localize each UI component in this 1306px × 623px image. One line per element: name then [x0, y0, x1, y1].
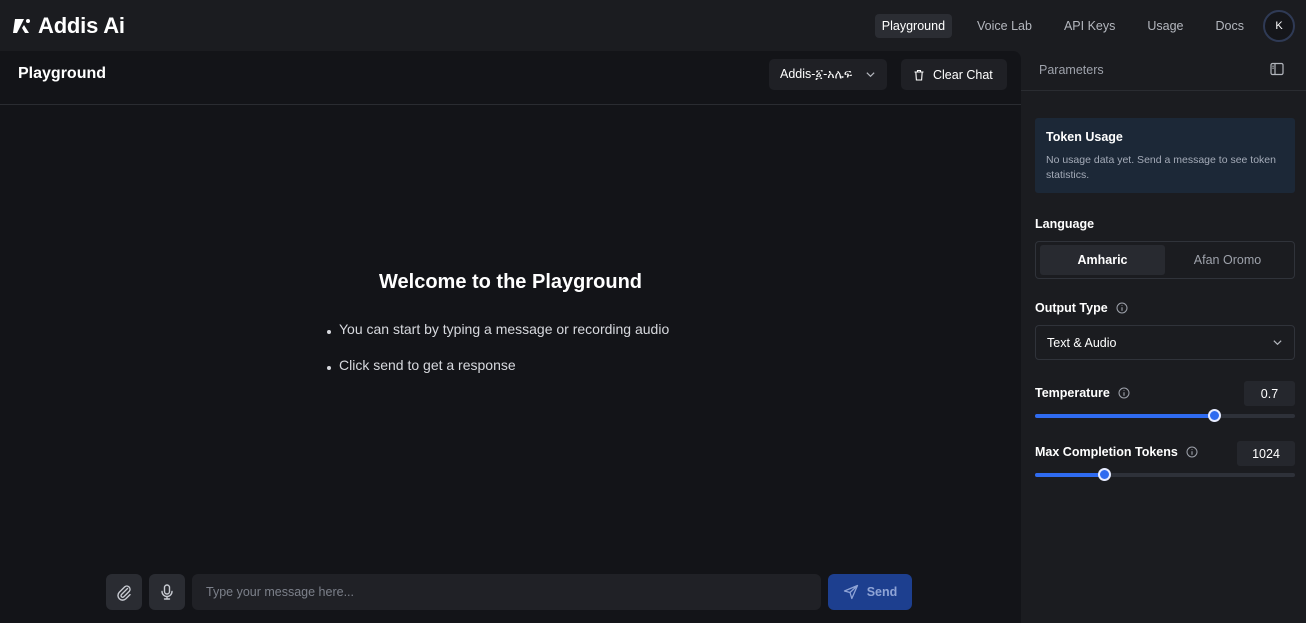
language-selector: Amharic Afan Oromo [1035, 241, 1295, 279]
nav-api-keys[interactable]: API Keys [1057, 14, 1122, 38]
trash-icon [914, 69, 924, 81]
paperclip-icon [117, 585, 131, 601]
send-label: Send [866, 585, 898, 599]
parameters-header: Parameters [1021, 51, 1306, 91]
chat-panel: Playground Addis-፩-አሌፍ Clear Chat Welcom… [0, 51, 1021, 623]
parameters-title: Parameters [1039, 63, 1104, 77]
temperature-label: Temperature [1035, 386, 1130, 400]
temperature-value[interactable]: 0.7 [1244, 381, 1295, 406]
slider-thumb[interactable] [1208, 409, 1222, 422]
chevron-down-icon [1273, 340, 1282, 346]
clear-chat-button[interactable]: Clear Chat [901, 59, 1007, 90]
token-usage-description: No usage data yet. Send a message to see… [1046, 154, 1276, 181]
temperature-slider[interactable] [1035, 409, 1295, 422]
tip-item: Click send to get a response [326, 357, 669, 373]
nav-voice-lab[interactable]: Voice Lab [970, 14, 1039, 38]
language-option-amharic[interactable]: Amharic [1040, 245, 1165, 275]
model-select[interactable]: Addis-፩-አሌፍ [769, 59, 887, 90]
language-option-afan-oromo[interactable]: Afan Oromo [1165, 245, 1290, 275]
page-title: Playground [18, 65, 107, 82]
info-icon[interactable] [1186, 446, 1198, 458]
tip-item: You can start by typing a message or rec… [326, 321, 669, 337]
microphone-icon [161, 584, 173, 600]
info-icon[interactable] [1116, 302, 1128, 314]
info-icon[interactable] [1118, 387, 1130, 399]
send-button[interactable]: Send [828, 574, 912, 610]
token-usage-title: Token Usage [1046, 130, 1123, 144]
record-audio-button[interactable] [149, 574, 185, 610]
max-tokens-value[interactable]: 1024 [1237, 441, 1295, 466]
chevron-down-icon [866, 72, 875, 78]
clear-chat-label: Clear Chat [933, 67, 993, 82]
app-logo-text: Addis Ai [38, 13, 125, 38]
output-type-label: Output Type [1035, 301, 1128, 315]
app-logo[interactable]: Addis Ai [12, 12, 125, 40]
output-type-select[interactable]: Text & Audio [1035, 325, 1295, 360]
addis-logo-icon [13, 19, 30, 33]
top-navigation-bar: Addis Ai Playground Voice Lab API Keys U… [0, 0, 1306, 51]
nav-usage[interactable]: Usage [1140, 14, 1190, 38]
nav-docs[interactable]: Docs [1209, 14, 1251, 38]
send-icon [843, 584, 858, 600]
slider-thumb[interactable] [1097, 468, 1111, 481]
user-avatar[interactable]: K [1263, 9, 1295, 42]
language-label: Language [1035, 217, 1095, 231]
attach-file-button[interactable] [106, 574, 142, 610]
message-input[interactable] [192, 574, 821, 610]
max-tokens-label: Max Completion Tokens [1035, 445, 1198, 459]
main-nav: Playground Voice Lab API Keys Usage Docs… [874, 0, 1306, 51]
chat-header: Playground Addis-፩-አሌፍ Clear Chat [0, 51, 1021, 105]
welcome-tips: You can start by typing a message or rec… [326, 321, 669, 393]
parameters-panel: Parameters Token Usage No usage data yet… [1021, 51, 1306, 623]
token-usage-card: Token Usage No usage data yet. Send a me… [1035, 118, 1295, 193]
nav-playground[interactable]: Playground [874, 13, 953, 38]
max-tokens-slider[interactable] [1035, 468, 1295, 481]
slider-fill [1035, 414, 1215, 418]
welcome-title: Welcome to the Playground [379, 271, 642, 293]
model-select-value: Addis-፩-አሌፍ [780, 67, 853, 81]
toggle-sidebar-icon[interactable] [1270, 62, 1284, 76]
slider-fill [1035, 473, 1104, 477]
output-type-value: Text & Audio [1047, 335, 1117, 350]
